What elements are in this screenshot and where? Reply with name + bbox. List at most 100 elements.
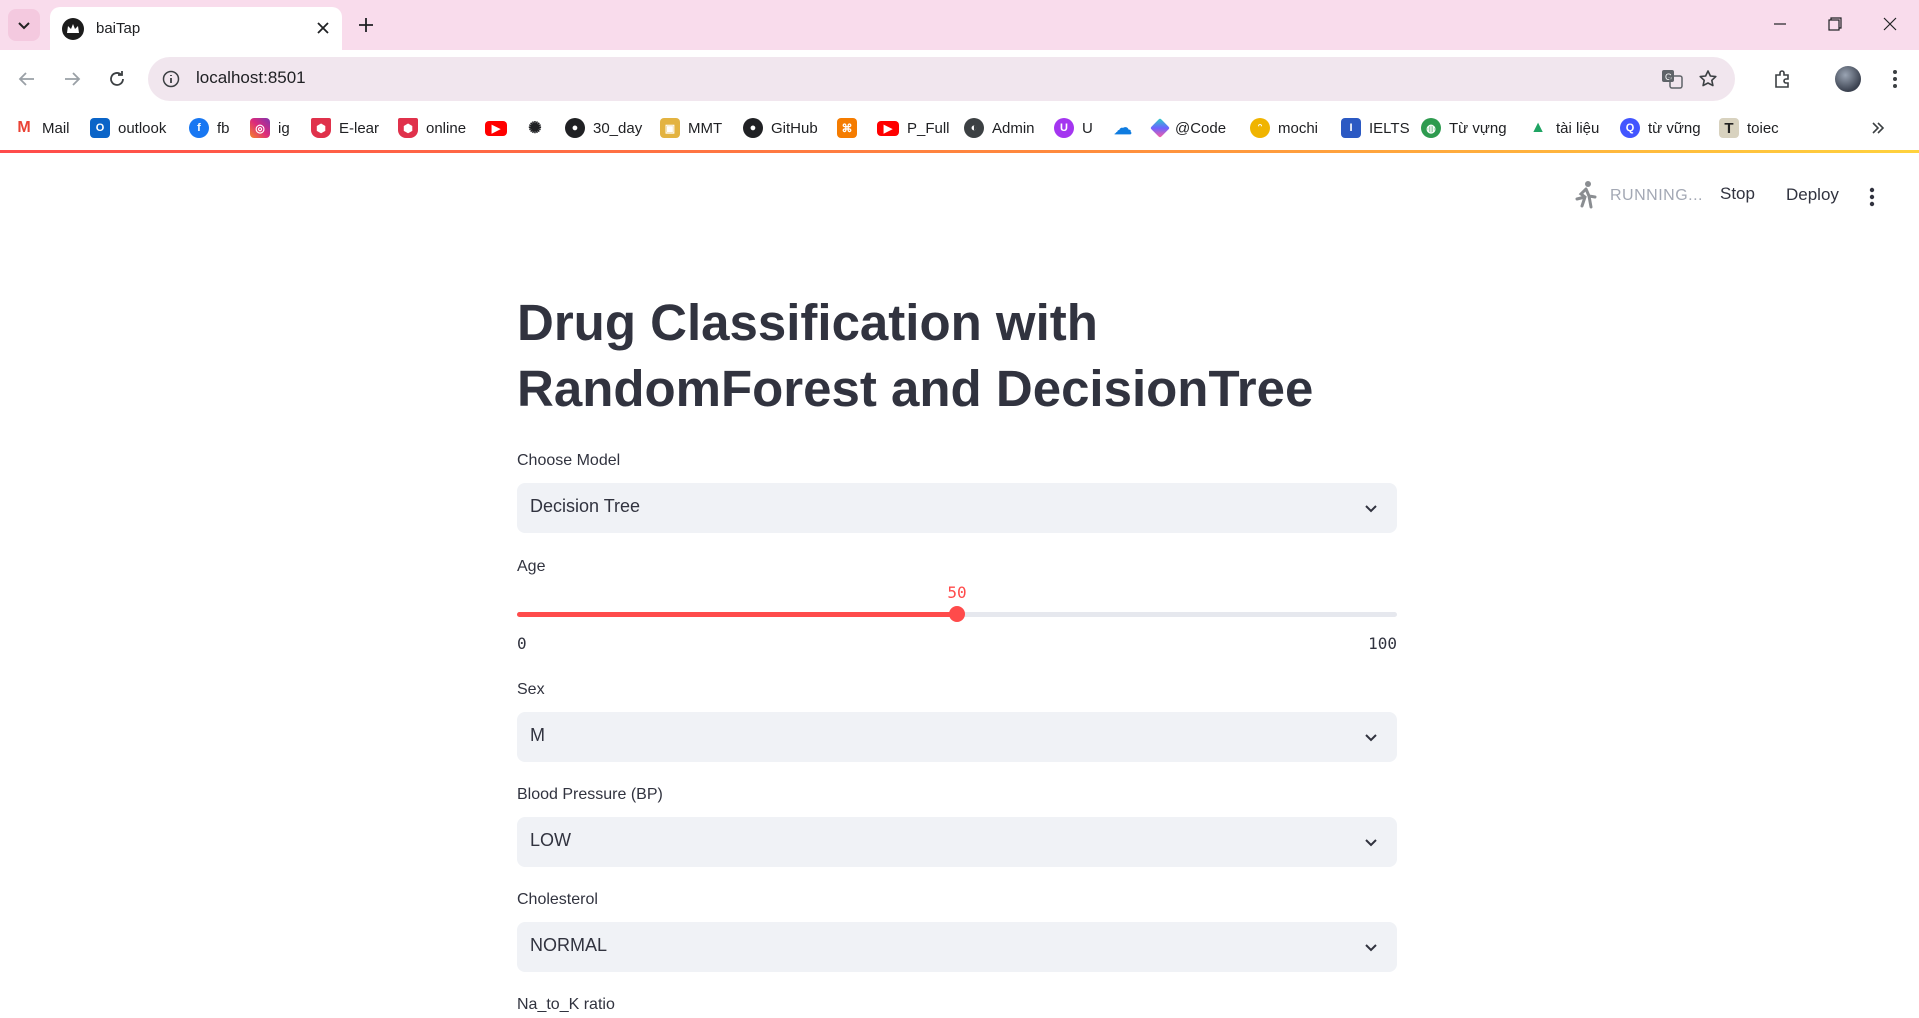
- bookmark-label: E-lear: [339, 119, 380, 137]
- forward-arrow-icon[interactable]: [55, 62, 89, 96]
- bookmark-label: Mail: [42, 119, 70, 137]
- sex-label: Sex: [517, 681, 545, 698]
- bookmark-outlook[interactable]: Ooutlook: [90, 116, 166, 140]
- shield-icon: ⬢: [311, 118, 331, 138]
- bookmark-toiec[interactable]: Ttoiec: [1719, 116, 1779, 140]
- site-info-icon[interactable]: [158, 66, 184, 92]
- bookmark-youtube[interactable]: ▶: [485, 116, 515, 140]
- bookmark-label: toiec: [1747, 119, 1779, 137]
- age-slider-current-value: 50: [947, 583, 967, 602]
- earth-icon: ◍: [1421, 118, 1441, 138]
- bookmark-label: từ vững: [1648, 119, 1701, 137]
- age-slider-max: 100: [1368, 634, 1397, 653]
- bookmark-ielts[interactable]: I IELTS: [1341, 116, 1410, 140]
- gmail-icon: M: [14, 118, 34, 138]
- bookmark-chatgpt[interactable]: ✺: [525, 116, 553, 140]
- bookmark-label: ig: [278, 119, 290, 137]
- code-icon: [1150, 118, 1170, 138]
- chevron-down-icon: [1359, 935, 1383, 959]
- bookmark-code[interactable]: @Code: [1150, 116, 1227, 140]
- bookmark-online[interactable]: ⬢ online: [398, 116, 466, 140]
- bookmark-label: P_Full: [907, 119, 950, 137]
- model-select[interactable]: Decision Tree: [517, 483, 1397, 533]
- onedrive-icon: ☁: [1114, 117, 1132, 138]
- bookmark-tai-lieu[interactable]: ▲ tài liệu: [1528, 116, 1599, 140]
- minimize-icon[interactable]: [1752, 0, 1808, 48]
- openai-icon: ✺: [525, 118, 545, 138]
- bookmark-label: fb: [217, 119, 230, 137]
- bookmark-mochi[interactable]: ᵔ mochi: [1250, 116, 1318, 140]
- age-slider-min: 0: [517, 634, 527, 653]
- chevron-down-icon: [1359, 725, 1383, 749]
- bookmark-onedrive[interactable]: ☁: [1113, 116, 1141, 140]
- bookmark-ig[interactable]: ◎ ig: [250, 116, 290, 140]
- bookmark-fb[interactable]: f fb: [189, 116, 230, 140]
- app-menu-icon[interactable]: [1860, 183, 1884, 211]
- bookmark-p-full[interactable]: ▶ P_Full: [877, 116, 950, 140]
- new-tab-plus-icon[interactable]: [352, 11, 380, 39]
- model-label: Choose Model: [517, 452, 621, 469]
- cholesterol-select[interactable]: NORMAL: [517, 922, 1397, 972]
- close-tab-icon[interactable]: [312, 17, 334, 39]
- bp-select-value: LOW: [530, 830, 572, 850]
- profile-avatar[interactable]: [1835, 66, 1861, 92]
- drive-icon: ▲: [1530, 119, 1546, 136]
- browser-tab[interactable]: baiTap: [50, 7, 342, 50]
- app-top-decoration-bar: [0, 150, 1919, 153]
- bookmark-label: 30_day: [593, 119, 643, 137]
- bp-label: Blood Pressure (BP): [517, 786, 663, 803]
- bookmark-star-icon[interactable]: [1695, 66, 1721, 92]
- extensions-puzzle-icon[interactable]: [1766, 62, 1800, 96]
- close-window-icon[interactable]: [1862, 0, 1918, 48]
- restore-icon[interactable]: [1807, 0, 1863, 48]
- bookmark-label: tài liệu: [1556, 119, 1600, 137]
- bookmark-mail[interactable]: M Mail: [14, 116, 70, 140]
- udemy-icon: U: [1054, 118, 1074, 138]
- bookmark-label: IELTS: [1369, 119, 1410, 137]
- tab-strip: baiTap: [0, 0, 1919, 50]
- github-icon: ●: [565, 118, 585, 138]
- bookmark-github[interactable]: ● GitHub: [743, 116, 818, 140]
- browser-menu-icon[interactable]: [1878, 62, 1912, 96]
- classroom-icon: ▣: [660, 118, 680, 138]
- shield-icon: ⬢: [398, 118, 418, 138]
- bookmark-label: @Code: [1175, 119, 1227, 137]
- bookmark-30-day[interactable]: ● 30_day: [565, 116, 642, 140]
- reload-icon[interactable]: [100, 62, 134, 96]
- deploy-button[interactable]: Deploy: [1786, 185, 1839, 205]
- sex-select[interactable]: M: [517, 712, 1397, 762]
- bookmark-label: outlook: [118, 119, 167, 137]
- age-slider-fill: [517, 612, 957, 617]
- ielts-icon: I: [1341, 118, 1361, 138]
- outlook-icon: O: [90, 118, 110, 138]
- chevron-down-icon: [1359, 830, 1383, 854]
- age-slider[interactable]: 50 0 100: [517, 290, 1397, 653]
- t-icon: T: [1719, 118, 1739, 138]
- stop-button[interactable]: Stop: [1720, 184, 1755, 204]
- back-arrow-icon[interactable]: [10, 62, 44, 96]
- cholesterol-label: Cholesterol: [517, 891, 598, 908]
- address-bar[interactable]: localhost:8501 G: [148, 57, 1735, 101]
- bookmark-xampp[interactable]: ⌘: [837, 116, 865, 140]
- bookmark-label: GitHub: [771, 119, 818, 137]
- bp-select[interactable]: LOW: [517, 817, 1397, 867]
- bookmark-mmt[interactable]: ▣ MMT: [660, 116, 722, 140]
- instagram-icon: ◎: [250, 118, 270, 138]
- age-slider-thumb[interactable]: [949, 606, 965, 622]
- bookmark-label: online: [426, 119, 467, 137]
- bookmarks-overflow-icon[interactable]: [1864, 114, 1892, 142]
- tab-search-chevron-icon[interactable]: [8, 9, 40, 41]
- bookmark-tu-vung-2[interactable]: Qtừ vững: [1620, 116, 1701, 140]
- bookmark-u[interactable]: UU: [1054, 116, 1093, 140]
- tab-title: baiTap: [96, 20, 141, 37]
- model-select-value: Decision Tree: [530, 496, 641, 516]
- bookmark-tu-vung[interactable]: ◍ Từ vựng: [1421, 116, 1507, 140]
- bookmark-e-lear[interactable]: ⬢ E-lear: [311, 116, 379, 140]
- bookmark-admin[interactable]: ◐ Admin: [964, 116, 1035, 140]
- crown-favicon-icon: [62, 18, 84, 40]
- age-label: Age: [517, 558, 546, 575]
- bookmark-label: mochi: [1278, 119, 1319, 137]
- translate-icon[interactable]: G: [1659, 66, 1685, 92]
- url-text[interactable]: localhost:8501: [196, 68, 306, 88]
- na-to-k-label: Na_to_K ratio: [517, 996, 615, 1013]
